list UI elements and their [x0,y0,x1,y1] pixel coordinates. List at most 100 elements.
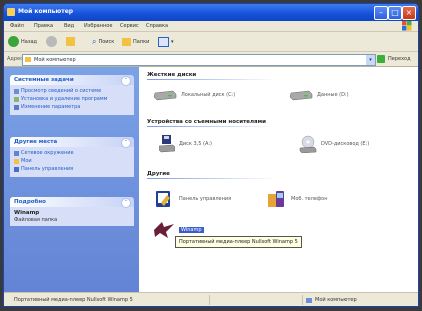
system-info-icon [14,89,19,94]
tooltip: Портативный медиа-плеер Nullsoft Winamp … [175,236,302,248]
folder-up-icon [66,37,75,46]
file-view: Жесткие диски Локальный диск (C:) Данные… [139,67,418,292]
menu-help[interactable]: Справка [146,23,168,29]
control-panel-small-icon [14,105,19,110]
place-control-panel[interactable]: Панель управления [14,166,130,172]
search-label: Поиск [98,38,115,45]
task-pane: Системные задачи ˄ Просмотр сведений о с… [4,67,139,292]
floppy-drive[interactable]: Диск 3,5 (A:) [159,135,212,153]
place-label: Мои [21,158,32,164]
details-type: Файловая папка [14,217,58,223]
hard-drive-icon [153,90,177,101]
task-change-setting[interactable]: Изменение параметра [14,104,130,110]
status-divider [209,295,210,305]
dvd-drive[interactable]: DVD-дисковод (E:) [299,135,369,153]
group-divider [147,126,277,127]
menu-favorites[interactable]: Избранное [84,23,112,29]
place-label: Панель управления [21,166,74,172]
title-bar[interactable]: Мой компьютер – □ × [4,4,418,21]
place-network[interactable]: Сетевое окружение [14,150,130,156]
details-name: Winamp [14,210,40,216]
search-button[interactable]: ⌕ Поиск [92,35,114,48]
forward-arrow-icon [46,36,57,47]
go-arrow-icon[interactable] [377,55,385,63]
views-button[interactable]: ▾ [158,35,174,48]
close-button[interactable]: × [402,6,416,20]
other-places-body: Сетевое окружение Мои Панель управления [10,147,134,177]
back-arrow-icon [8,36,19,47]
item-label: Winamp [179,227,204,233]
address-dropdown-button[interactable]: ▾ [366,55,375,65]
my-computer-small-icon [25,57,31,62]
menu-file[interactable]: Файл [10,23,24,29]
folders-button[interactable]: Папки [122,35,149,48]
drive-d[interactable]: Данные (D:) [289,89,349,101]
hard-drive-icon [289,90,313,101]
control-panel-small-icon [14,167,19,172]
system-tasks-header[interactable]: Системные задачи ˄ [10,75,134,86]
details-header[interactable]: Подробно ˄ [10,197,134,208]
status-bar: Портативный медиа-плеер Nullsoft Winamp … [4,292,418,306]
status-location-label: Мой компьютер [315,297,357,303]
status-location: Мой компьютер [306,297,357,303]
search-icon: ⌕ [92,36,97,46]
group-divider [147,178,277,179]
other-places-header[interactable]: Другие места ˄ [10,137,134,148]
forward-button[interactable] [46,35,57,48]
views-icon [158,36,169,47]
status-text: Портативный медиа-плеер Nullsoft Winamp … [14,297,133,303]
mobile-phone-item[interactable]: Моб. телефон [267,189,328,209]
control-panel-item[interactable]: Панель управления [155,189,231,209]
drive-label: Локальный диск (C:) [181,92,236,98]
content-area: Системные задачи ˄ Просмотр сведений о с… [4,67,418,292]
drive-label: Данные (D:) [317,92,349,98]
collapse-chevron-icon[interactable]: ˄ [121,76,131,86]
address-label: Адрес [7,56,23,62]
system-tasks-body: Просмотр сведений о системе Установка и … [10,85,134,115]
windows-logo-icon [402,21,412,31]
details-body: Winamp Файловая папка [10,207,134,226]
place-my-documents[interactable]: Мои [14,158,130,164]
up-button[interactable] [66,35,75,48]
address-value: Мой компьютер [34,57,76,63]
item-label: Моб. телефон [291,196,328,202]
task-label: Изменение параметра [21,104,81,110]
maximize-button[interactable]: □ [388,6,402,20]
back-button[interactable]: Назад [8,35,37,48]
menu-bar: Файл Правка Вид Избранное Сервис Справка [4,21,418,32]
task-view-system-info[interactable]: Просмотр сведений о системе [14,88,130,94]
group-hard-disks: Жесткие диски [147,72,197,78]
status-divider [302,295,303,305]
address-input[interactable]: Мой компьютер ▾ [22,54,376,66]
folders-label: Папки [133,38,150,45]
minimize-button[interactable]: – [374,6,388,20]
drive-label: DVD-дисковод (E:) [321,141,370,147]
floppy-drive-icon [159,135,175,153]
back-label: Назад [21,38,38,45]
dvd-drive-icon [299,135,317,153]
folder-icon [14,159,19,164]
menu-tools[interactable]: Сервис [120,23,139,29]
mobile-phone-icon [268,191,284,207]
programs-icon [14,97,19,102]
task-label: Просмотр сведений о системе [21,88,102,94]
address-bar: Адрес Мой компьютер ▾ Переход [4,52,418,67]
group-divider [147,79,277,80]
system-tasks-title: Системные задачи [14,77,74,83]
collapse-chevron-icon[interactable]: ˄ [121,138,131,148]
control-panel-icon [156,191,170,207]
task-add-remove-programs[interactable]: Установка и удаление программ [14,96,130,102]
toolbar: Назад ⌕ Поиск Папки ▾ [4,32,418,52]
details-panel: Подробно ˄ Winamp Файловая папка [10,197,134,226]
group-removable: Устройства со съемными носителями [147,119,266,125]
other-places-title: Другие места [14,139,58,145]
network-icon [14,151,19,156]
menu-view[interactable]: Вид [64,23,74,29]
drive-label: Диск 3,5 (A:) [179,141,212,147]
go-button[interactable]: Переход [388,56,411,62]
menu-edit[interactable]: Правка [34,23,53,29]
collapse-chevron-icon[interactable]: ˄ [121,198,131,208]
winamp-lightning-icon [154,222,174,238]
place-label: Сетевое окружение [21,150,74,156]
drive-c[interactable]: Локальный диск (C:) [153,89,235,101]
